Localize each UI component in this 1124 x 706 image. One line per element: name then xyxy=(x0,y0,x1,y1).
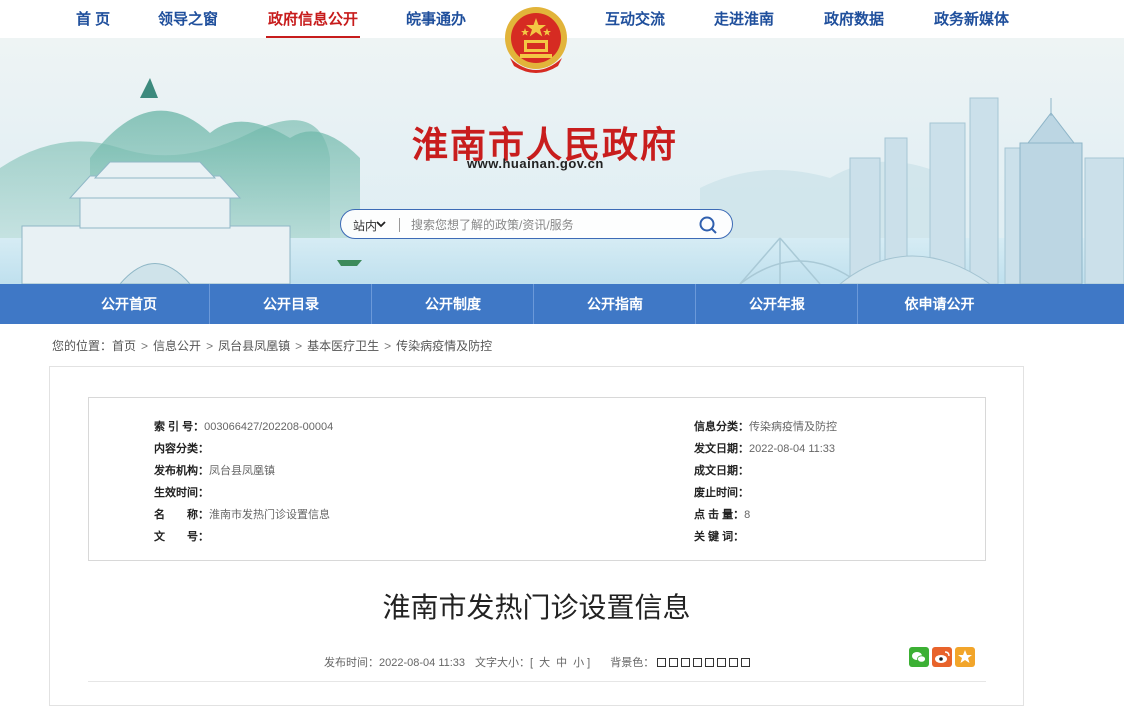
breadcrumb-separator: > xyxy=(384,339,392,353)
nav-gov-data[interactable]: 政府数据 xyxy=(824,0,884,38)
meta-value: 凤台县凤凰镇 xyxy=(209,465,275,477)
subnav-open-guide[interactable]: 公开指南 xyxy=(535,284,696,324)
nav-about-huainan[interactable]: 走进淮南 xyxy=(714,0,774,38)
meta-value: 003066427/202208-00004 xyxy=(204,421,334,433)
meta-label: 点 击 量： xyxy=(694,509,745,521)
meta-label: 成文日期： xyxy=(694,465,749,477)
meta-expire-time: 废止时间： xyxy=(694,484,749,500)
font-size-medium-link[interactable]: 中 xyxy=(556,657,567,669)
nav-interaction[interactable]: 互动交流 xyxy=(605,0,665,38)
article-info-bar: 发布时间：2022-08-04 11:33 文字大小：[ 大中小] 背景色： xyxy=(324,654,753,670)
meta-index: 索 引 号：003066427/202208-00004 xyxy=(154,418,333,434)
breadcrumb-item[interactable]: 凤台县凤凰镇 xyxy=(218,339,290,353)
bg-swatch[interactable] xyxy=(741,658,751,667)
subnav-open-annual-report[interactable]: 公开年报 xyxy=(697,284,858,324)
wechat-icon[interactable] xyxy=(909,647,929,667)
breadcrumb-separator: > xyxy=(141,339,149,353)
search-scope-select[interactable]: 站内 xyxy=(353,217,377,234)
breadcrumb-separator: > xyxy=(295,339,303,353)
search-divider xyxy=(399,218,400,232)
breadcrumb-prefix: 您的位置： xyxy=(52,339,113,353)
chevron-down-icon[interactable] xyxy=(375,219,387,229)
meta-label: 名 称： xyxy=(154,509,209,521)
subnav-open-home[interactable]: 公开首页 xyxy=(49,284,210,324)
meta-label: 生效时间： xyxy=(154,487,209,499)
meta-value: 8 xyxy=(744,509,751,521)
meta-label: 索 引 号： xyxy=(154,421,205,433)
breadcrumb-separator: > xyxy=(206,339,214,353)
bg-swatch[interactable] xyxy=(705,658,715,667)
meta-label: 关 键 词： xyxy=(694,531,745,543)
subnav-open-system[interactable]: 公开制度 xyxy=(373,284,534,324)
meta-info-category: 信息分类：传染病疫情及防控 xyxy=(694,418,837,434)
breadcrumb-item[interactable]: 首页 xyxy=(112,339,136,353)
site-url: www.huainan.gov.cn xyxy=(467,156,604,171)
breadcrumb: 您的位置：首页 > 信息公开 > 凤台县凤凰镇 > 基本医疗卫生 > 传染病疫情及防控 xyxy=(52,337,492,354)
search-bar: 站内 xyxy=(340,209,733,239)
breadcrumb-item[interactable]: 基本医疗卫生 xyxy=(307,339,379,353)
meta-name: 名 称：淮南市发热门诊设置信息 xyxy=(154,506,330,522)
meta-made-date: 成文日期： xyxy=(694,462,749,478)
search-input[interactable] xyxy=(411,215,681,235)
font-size-close: ] xyxy=(587,657,591,669)
subnav-open-catalog[interactable]: 公开目录 xyxy=(211,284,372,324)
bg-swatch[interactable] xyxy=(657,658,667,667)
bg-swatch[interactable] xyxy=(681,658,691,667)
nav-gov-info-open[interactable]: 政府信息公开 xyxy=(265,0,361,38)
national-emblem-icon xyxy=(494,0,578,86)
bg-swatch[interactable] xyxy=(729,658,739,667)
article-title: 淮南市发热门诊设置信息 xyxy=(382,591,691,624)
font-size-label: 文字大小：[ xyxy=(475,657,534,669)
meta-label: 内容分类： xyxy=(154,443,209,455)
star-icon[interactable] xyxy=(955,647,975,667)
meta-label: 发文日期： xyxy=(694,443,749,455)
nav-home[interactable]: 首 页 xyxy=(76,0,110,38)
meta-value: 2022-08-04 11:33 xyxy=(749,443,836,455)
meta-value: 淮南市发热门诊设置信息 xyxy=(209,509,330,521)
meta-label: 发布机构： xyxy=(154,465,209,477)
meta-issue-date: 发文日期：2022-08-04 11:33 xyxy=(694,440,835,456)
weibo-icon[interactable] xyxy=(932,647,952,667)
bg-swatch[interactable] xyxy=(693,658,703,667)
breadcrumb-item[interactable]: 传染病疫情及防控 xyxy=(396,339,492,353)
content-panel: 索 引 号：003066427/202208-00004 内容分类： 发布机构：… xyxy=(49,366,1024,706)
nav-service[interactable]: 皖事通办 xyxy=(406,0,466,38)
subnav-apply-open[interactable]: 依申请公开 xyxy=(859,284,1020,324)
metadata-table: 索 引 号：003066427/202208-00004 内容分类： 发布机构：… xyxy=(88,397,986,561)
meta-label: 文 号： xyxy=(154,531,209,543)
meta-click-count: 点 击 量：8 xyxy=(694,506,750,522)
publish-time: 发布时间：2022-08-04 11:33 xyxy=(324,657,466,669)
nav-leaders[interactable]: 领导之窗 xyxy=(158,0,218,38)
divider xyxy=(88,681,986,682)
meta-label: 信息分类： xyxy=(694,421,749,433)
meta-document-number: 文 号： xyxy=(154,528,209,544)
meta-effective-time: 生效时间： xyxy=(154,484,209,500)
background-color-label: 背景色： xyxy=(610,657,655,669)
bg-swatch[interactable] xyxy=(669,658,679,667)
meta-issuer: 发布机构：凤台县凤凰镇 xyxy=(154,462,275,478)
font-size-large-link[interactable]: 大 xyxy=(539,657,550,669)
font-size-small-link[interactable]: 小 xyxy=(573,657,584,669)
nav-new-media[interactable]: 政务新媒体 xyxy=(934,0,1009,38)
meta-value: 传染病疫情及防控 xyxy=(749,421,837,433)
meta-keywords: 关 键 词： xyxy=(694,528,744,544)
meta-label: 废止时间： xyxy=(694,487,749,499)
bg-swatch[interactable] xyxy=(717,658,727,667)
info-open-subnav: 公开首页 公开目录 公开制度 公开指南 公开年报 依申请公开 xyxy=(0,284,1124,324)
search-icon[interactable] xyxy=(698,215,718,235)
meta-content-category: 内容分类： xyxy=(154,440,209,456)
breadcrumb-item[interactable]: 信息公开 xyxy=(153,339,201,353)
